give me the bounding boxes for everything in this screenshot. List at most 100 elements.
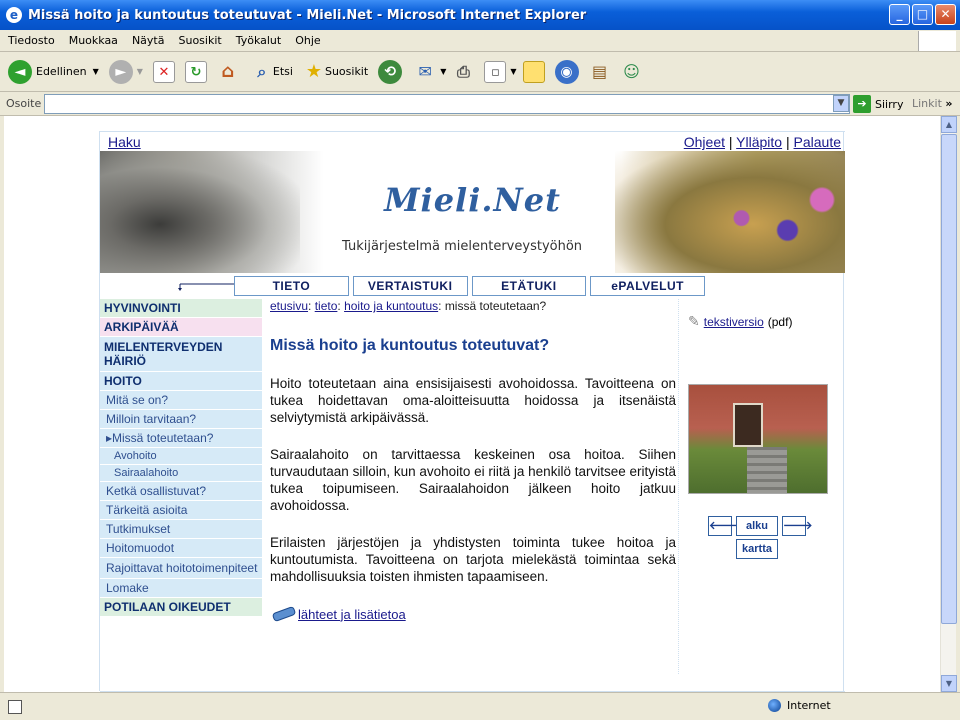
nav-milloin-tarvitaan[interactable]: Milloin tarvitaan? [100, 410, 262, 429]
scroll-down-icon[interactable]: ▼ [941, 675, 957, 692]
nav-tarkeita-asioita[interactable]: Tärkeitä asioita [100, 501, 262, 520]
ie-logo-icon: e [6, 7, 22, 23]
web-page: Haku Ohjeet | Ylläpito | Palaute Mieli.N… [99, 131, 845, 692]
search-button[interactable]: ⌕ Etsi [251, 61, 293, 83]
sources-link[interactable]: lähteet ja lisätietoa [298, 607, 406, 622]
text-version-link[interactable]: tekstiversio [704, 315, 764, 329]
site-tagline: Tukijärjestelmä mielenterveystyöhön [342, 239, 583, 254]
home-icon[interactable]: ⌂ [217, 61, 239, 83]
breadcrumb: etusivu: tieto: hoito ja kuntoutus: miss… [270, 299, 547, 313]
help-link[interactable]: Ohjeet [684, 134, 725, 150]
nav-avohoito[interactable]: Avohoito [100, 448, 262, 465]
paragraph-2: Sairaalahoito on tarvittaessa keskeinen … [270, 447, 676, 513]
breadcrumb-hoito-ja-kuntoutus[interactable]: hoito ja kuntoutus [344, 299, 438, 313]
nav-potilaan-oikeudet[interactable]: POTILAAN OIKEUDET [100, 598, 262, 617]
admin-link[interactable]: Ylläpito [736, 134, 782, 150]
back-arrow-icon: ◄ [8, 59, 32, 84]
page-top-bar: Haku Ohjeet | Ylläpito | Palaute [100, 131, 845, 151]
nav-missa-toteutetaan[interactable]: ▸Missä toteutetaan? [100, 429, 262, 448]
tab-etatuki[interactable]: ETÄTUKI [471, 276, 587, 296]
close-button[interactable]: ✕ [935, 4, 956, 25]
refresh-icon[interactable]: ↻ [184, 60, 207, 83]
pdf-label: (pdf) [767, 314, 793, 329]
feedback-link[interactable]: Palaute [794, 134, 841, 150]
sources-link-row: lähteet ja lisätietoa [270, 605, 676, 623]
home-button[interactable]: alku [736, 516, 778, 536]
menu-tools[interactable]: Työkalut [236, 34, 282, 47]
menu-favorites[interactable]: Suosikit [178, 34, 221, 47]
address-dropdown-icon[interactable]: ▼ [833, 95, 849, 112]
house-photo [688, 384, 828, 494]
star-icon: ★ [305, 60, 323, 82]
column-divider [678, 299, 679, 674]
next-arrow-icon[interactable]: 🡒 [782, 516, 813, 536]
links-button[interactable]: Linkit » [912, 97, 953, 110]
menu-help[interactable]: Ohje [295, 34, 320, 47]
nav-arkipaivaa[interactable]: ARKIPÄIVÄÄ [100, 318, 262, 337]
title-bar: e Missä hoito ja kuntoutus toteutuvat - … [0, 0, 960, 30]
text-version-row: ✎ tekstiversio (pdf) [688, 313, 838, 330]
scroll-up-icon[interactable]: ▲ [941, 116, 957, 133]
stop-icon[interactable]: ✕ [152, 60, 175, 83]
menu-view[interactable]: Näytä [132, 34, 165, 47]
menu-file[interactable]: Tiedosto [8, 34, 55, 47]
right-column: ✎ tekstiversio (pdf) 🡐 alku 🡒 kartta [688, 299, 838, 562]
favorites-label: Suosikit [324, 65, 369, 78]
top-links: Ohjeet | Ylläpito | Palaute [683, 134, 841, 150]
mail-icon[interactable]: ✉ [414, 61, 436, 83]
discuss-icon[interactable] [522, 60, 545, 83]
address-input[interactable] [44, 94, 850, 114]
print-icon[interactable]: ⎙ [452, 61, 474, 83]
chevron-down-icon[interactable]: ▼ [93, 67, 99, 76]
page-icon [8, 699, 22, 714]
search-link[interactable]: Haku [108, 134, 141, 150]
tab-epalvelut[interactable]: ePALVELUT [590, 276, 705, 296]
breadcrumb-current: missä toteutetaan? [444, 299, 547, 313]
go-label: Siirry [875, 97, 904, 111]
globe-icon[interactable]: ◉ [554, 59, 579, 84]
chevron-down-icon[interactable]: ▼ [440, 67, 446, 76]
minimize-button[interactable]: _ [889, 4, 910, 25]
prev-arrow-icon[interactable]: 🡐 [708, 516, 739, 536]
edit-icon[interactable]: ▫ [484, 60, 507, 83]
chevron-down-icon[interactable]: ▼ [137, 67, 143, 76]
nav-hoito[interactable]: HOITO [100, 372, 262, 391]
chevron-down-icon[interactable]: ▼ [510, 67, 516, 76]
scroll-thumb[interactable] [941, 134, 957, 624]
sitemap-button[interactable]: kartta [736, 539, 778, 559]
site-logo[interactable]: Mieli.Net [100, 181, 845, 219]
nav-lomake[interactable]: Lomake [100, 579, 262, 598]
paragraph-3: Erilaisten järjestöjen ja yhdistysten to… [270, 535, 676, 584]
tab-pointer-icon [178, 283, 238, 291]
maximize-button[interactable]: □ [912, 4, 933, 25]
nav-hyvinvointi[interactable]: HYVINVOINTI [100, 299, 262, 318]
nav-tutkimukset[interactable]: Tutkimukset [100, 520, 262, 539]
breadcrumb-tieto[interactable]: tieto [315, 299, 338, 313]
steps-shape [747, 447, 787, 493]
nav-mita-se-on[interactable]: Mitä se on? [100, 391, 262, 410]
go-button[interactable]: ➔ Siirry [853, 95, 903, 113]
nav-ketka-osallistuvat[interactable]: Ketkä osallistuvat? [100, 482, 262, 501]
internet-globe-icon [768, 699, 781, 712]
nav-hoitomuodot[interactable]: Hoitomuodot [100, 539, 262, 558]
windows-logo-icon [918, 31, 956, 51]
history-icon[interactable]: ⟲ [378, 59, 403, 84]
nav-sairaalahoito[interactable]: Sairaalahoito [100, 465, 262, 482]
back-button[interactable]: ◄ Edellinen ▼ [8, 59, 99, 84]
page-nav-buttons: 🡐 alku 🡒 kartta [708, 516, 813, 562]
vertical-scrollbar[interactable]: ▲ ▼ [940, 116, 957, 692]
toolbar: ◄ Edellinen ▼ ► ▼ ✕ ↻ ⌂ ⌕ Etsi ★ Suosiki… [0, 52, 960, 92]
nav-rajoittavat-hoitotoimenpiteet[interactable]: Rajoittavat hoitotoimenpiteet [100, 558, 262, 579]
forward-button[interactable]: ► ▼ [108, 59, 143, 84]
breadcrumb-etusivu[interactable]: etusivu [270, 299, 308, 313]
research-icon[interactable]: ▤ [589, 61, 611, 83]
nav-mielenterveyden-hairio[interactable]: MIELENTERVEYDEN HÄIRIÖ [100, 337, 262, 372]
menu-edit[interactable]: Muokkaa [69, 34, 118, 47]
back-label: Edellinen [36, 65, 87, 78]
tab-tieto[interactable]: TIETO [234, 276, 349, 296]
address-label: Osoite [6, 97, 42, 110]
tab-vertaistuki[interactable]: VERTAISTUKI [352, 276, 468, 296]
address-bar: Osoite ▼ ➔ Siirry Linkit » [0, 92, 960, 116]
favorites-button[interactable]: ★ Suosikit [303, 61, 368, 83]
messenger-icon[interactable]: ☺ [621, 61, 643, 83]
